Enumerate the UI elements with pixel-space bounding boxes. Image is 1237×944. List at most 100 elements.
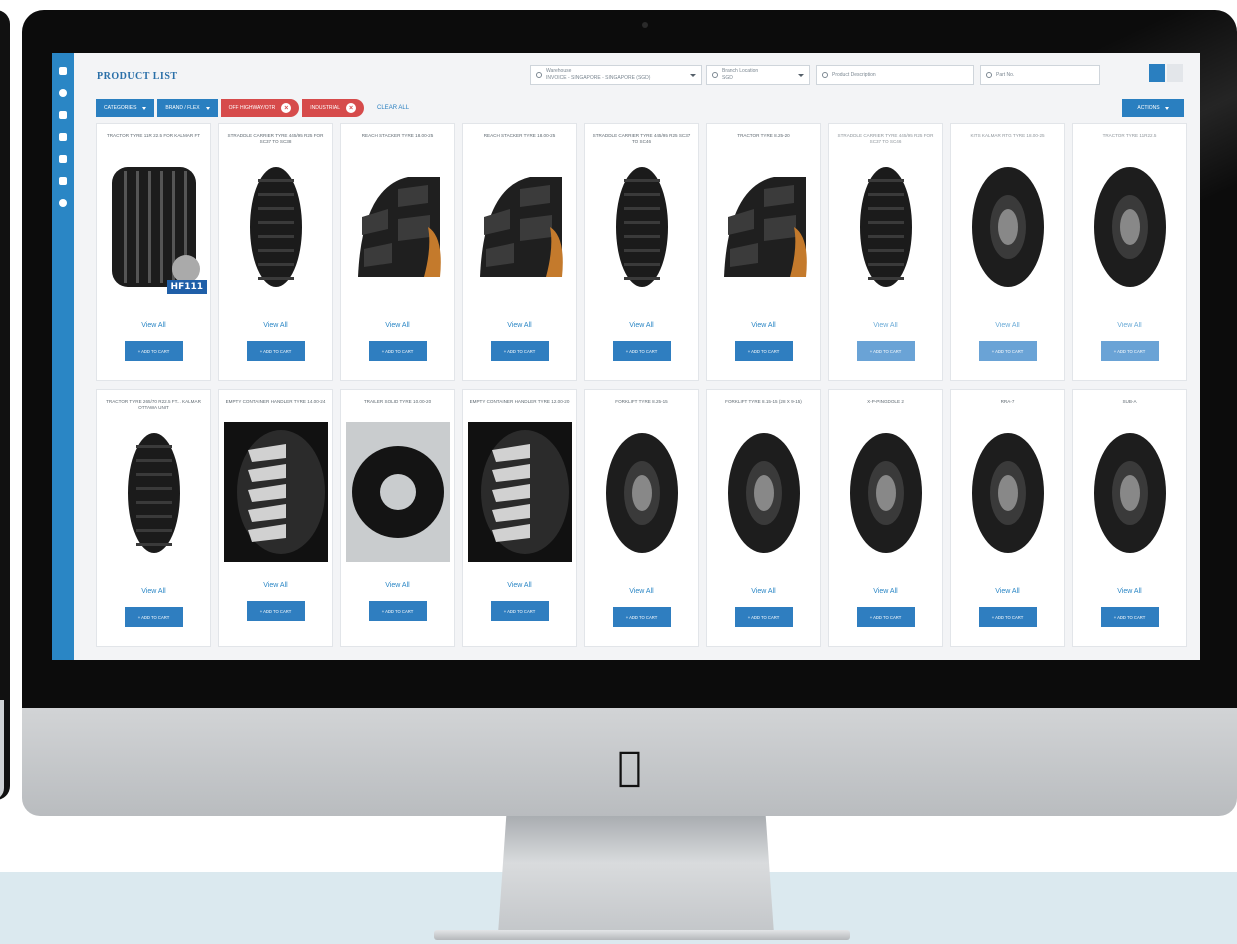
warehouse-select[interactable]: Warehouse INVOICE - SINGAPORE - SINGAPOR…	[530, 65, 702, 85]
add-to-cart-button[interactable]: + ADD TO CART	[978, 607, 1037, 627]
view-all-link[interactable]: View All	[873, 588, 897, 595]
add-to-cart-button[interactable]: + ADD TO CART	[124, 607, 183, 627]
tyre-icon	[1093, 433, 1166, 553]
product-card[interactable]: TRACTOR TYRE 11R 22.5 FOR KALMAR FT HF11…	[96, 123, 211, 381]
view-all-link[interactable]: View All	[995, 322, 1019, 329]
warehouse-label: Warehouse	[546, 68, 572, 74]
tyre-image	[584, 418, 699, 568]
part-number-search[interactable]: Part No.	[980, 65, 1100, 85]
categories-dropdown[interactable]: CATEGORIES	[96, 99, 155, 117]
filter-chip-offhighway[interactable]: OFF HIGHWAY/OTR ×	[220, 99, 300, 117]
product-card[interactable]: STRADDLE CARRIER TYRE 445/95 R25 FOR SC3…	[828, 123, 943, 381]
product-card[interactable]: EMPTY CONTAINER HANDLER TYRE 12.00-20 Vi…	[462, 389, 577, 647]
add-to-cart-button[interactable]: + ADD TO CART	[368, 601, 427, 621]
add-to-cart-button[interactable]: + ADD TO CART	[978, 341, 1037, 361]
monitor-stand-base	[434, 930, 850, 940]
warehouse-value: INVOICE - SINGAPORE - SINGAPORE (SGD)	[546, 75, 651, 81]
user-icon[interactable]	[59, 111, 67, 119]
view-all-link[interactable]: View All	[141, 588, 165, 595]
product-description-search[interactable]: Product Description	[816, 65, 974, 85]
product-card[interactable]: X-P-PINGDOLE 2 View All + ADD TO CART	[828, 389, 943, 647]
product-card[interactable]: STRADDLE CARRIER TYRE 445/95 R25 FOR SC3…	[218, 123, 333, 381]
add-to-cart-button[interactable]: + ADD TO CART	[612, 341, 671, 361]
product-card[interactable]: REACH STACKER TYRE 18.00-25 View All + A…	[340, 123, 455, 381]
branch-select[interactable]: Branch Location SGD	[706, 65, 810, 85]
product-card[interactable]: TRACTOR TYRE 11R22.5 View All + ADD TO C…	[1072, 123, 1187, 381]
view-all-link[interactable]: View All	[385, 582, 409, 589]
product-name: REACH STACKER TYRE 18.00-25	[361, 133, 434, 138]
add-to-cart-button[interactable]: + ADD TO CART	[856, 607, 915, 627]
add-to-cart-button[interactable]: + ADD TO CART	[246, 341, 305, 361]
truck-icon[interactable]	[59, 155, 67, 163]
add-to-cart-button[interactable]: + ADD TO CART	[368, 341, 427, 361]
add-to-cart-button[interactable]: + ADD TO CART	[246, 601, 305, 621]
actions-button[interactable]: ACTIONS	[1122, 99, 1184, 117]
list-view-toggle[interactable]	[1167, 64, 1183, 82]
location-icon	[536, 72, 542, 78]
product-card[interactable]: EMPTY CONTAINER HANDLER TYRE 14.00-24 Vi…	[218, 389, 333, 647]
view-all-link[interactable]: View All	[1117, 322, 1141, 329]
product-card[interactable]: SUB-A View All + ADD TO CART	[1072, 389, 1187, 647]
part-number-placeholder: Part No.	[996, 72, 1015, 78]
add-to-cart-button[interactable]: + ADD TO CART	[124, 341, 183, 361]
add-to-cart-button[interactable]: + ADD TO CART	[612, 607, 671, 627]
view-all-link[interactable]: View All	[263, 322, 287, 329]
product-grid: TRACTOR TYRE 11R 22.5 FOR KALMAR FT HF11…	[96, 123, 1188, 647]
tyre-image	[1072, 418, 1187, 568]
filter-chip-industrial[interactable]: INDUSTRIAL ×	[302, 99, 365, 117]
view-all-link[interactable]: View All	[1117, 588, 1141, 595]
add-to-cart-button[interactable]: + ADD TO CART	[1100, 341, 1159, 361]
remove-filter-icon[interactable]: ×	[346, 103, 357, 113]
monitor-stand	[498, 816, 774, 934]
clear-all-link[interactable]: CLEAR ALL	[377, 105, 409, 111]
add-to-cart-button[interactable]: + ADD TO CART	[734, 607, 793, 627]
view-all-link[interactable]: View All	[629, 322, 653, 329]
caret-down-icon	[142, 106, 147, 110]
camera-icon	[642, 22, 648, 28]
view-all-link[interactable]: View All	[263, 582, 287, 589]
home-icon[interactable]	[59, 89, 67, 97]
product-name: SUB-A	[1122, 399, 1137, 404]
tyre-image	[345, 422, 450, 562]
cart-icon[interactable]	[59, 177, 67, 185]
add-to-cart-button[interactable]: + ADD TO CART	[734, 341, 793, 361]
product-card[interactable]: RRA-7 View All + ADD TO CART	[950, 389, 1065, 647]
product-name: STRADDLE CARRIER TYRE 445/95 R25 SC37 TO…	[592, 133, 691, 144]
add-to-cart-button[interactable]: + ADD TO CART	[490, 601, 549, 621]
product-card[interactable]: STRADDLE CARRIER TYRE 445/95 R25 SC37 TO…	[584, 123, 699, 381]
view-all-link[interactable]: View All	[141, 322, 165, 329]
view-all-link[interactable]: View All	[507, 322, 531, 329]
document-icon[interactable]	[59, 133, 67, 141]
tyre-icon	[351, 446, 444, 538]
product-card[interactable]: FORKLIFT TYRE 8.25-15 View All + ADD TO …	[584, 389, 699, 647]
view-all-link[interactable]: View All	[751, 588, 775, 595]
view-all-link[interactable]: View All	[995, 588, 1019, 595]
view-all-link[interactable]: View All	[751, 322, 775, 329]
tyre-icon	[971, 167, 1044, 287]
grid-view-toggle[interactable]	[1149, 64, 1165, 82]
settings-icon[interactable]	[59, 199, 67, 207]
view-all-link[interactable]: View All	[629, 588, 653, 595]
product-card[interactable]: REACH STACKER TYRE 18.00-25 View All + A…	[462, 123, 577, 381]
product-card[interactable]: TRACTOR TYRE 265/70 R22.5 FT... KALMAR O…	[96, 389, 211, 647]
product-card[interactable]: KITS KALMAR RTG TYRE 18.00-25 View All +…	[950, 123, 1065, 381]
product-description-placeholder: Product Description	[832, 72, 876, 78]
tyre-icon	[727, 433, 800, 553]
view-all-link[interactable]: View All	[385, 322, 409, 329]
search-icon	[822, 72, 828, 78]
menu-icon[interactable]	[59, 67, 67, 75]
view-all-link[interactable]: View All	[873, 322, 897, 329]
brand-dropdown[interactable]: BRAND / FLEX	[157, 99, 218, 117]
tyre-image	[706, 418, 821, 568]
tyre-image	[584, 152, 699, 302]
remove-filter-icon[interactable]: ×	[281, 103, 292, 113]
add-to-cart-button[interactable]: + ADD TO CART	[856, 341, 915, 361]
view-all-link[interactable]: View All	[507, 582, 531, 589]
add-to-cart-button[interactable]: + ADD TO CART	[490, 341, 549, 361]
tyre-icon	[723, 177, 807, 277]
tyre-icon	[480, 430, 569, 554]
product-card[interactable]: TRACTOR TYRE 8.25-20 View All + ADD TO C…	[706, 123, 821, 381]
product-card[interactable]: FORKLIFT TYRE 8.15-15 (28 X 9-15) View A…	[706, 389, 821, 647]
add-to-cart-button[interactable]: + ADD TO CART	[1100, 607, 1159, 627]
product-card[interactable]: TRAILER SOLID TYRE 10.00-20 View All + A…	[340, 389, 455, 647]
